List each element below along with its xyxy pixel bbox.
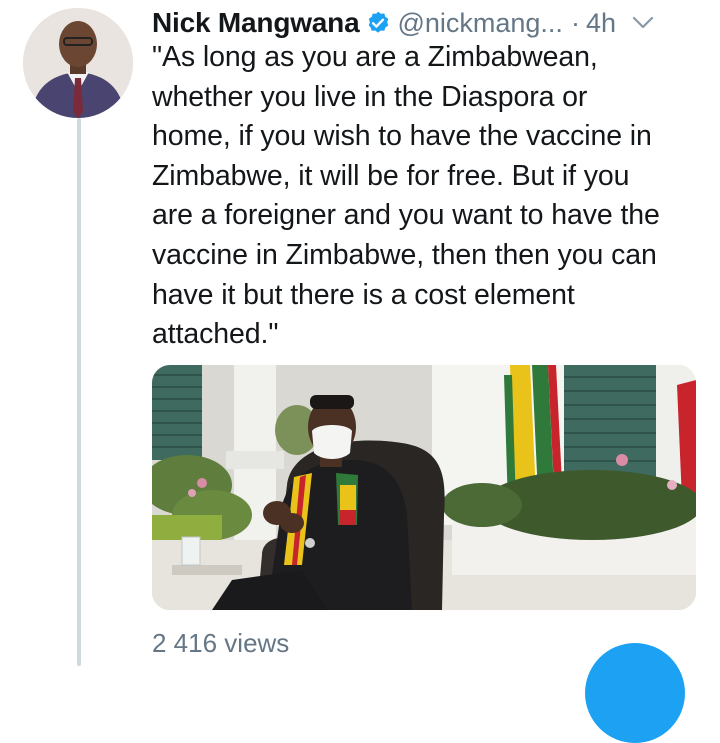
compose-button[interactable] [585,643,685,743]
view-count: 2 416 views [152,628,290,658]
separator-dot: · [570,7,580,38]
author-handle[interactable]: @nickmang... [397,8,562,39]
chevron-down-icon[interactable] [632,16,654,30]
tweet-header: Nick Mangwana @nickmang... · 4h [152,6,700,40]
verified-badge-icon [369,11,389,33]
tweet-timestamp[interactable]: 4h [586,8,616,39]
tweet-text: "As long as you are a Zimbabwean, whethe… [152,41,660,351]
author-name[interactable]: Nick Mangwana [152,7,360,39]
thread-line [77,118,81,666]
tweet-video[interactable] [152,365,696,610]
video-thumbnail [152,365,696,610]
avatar[interactable] [23,8,133,118]
avatar-photo [23,8,133,118]
